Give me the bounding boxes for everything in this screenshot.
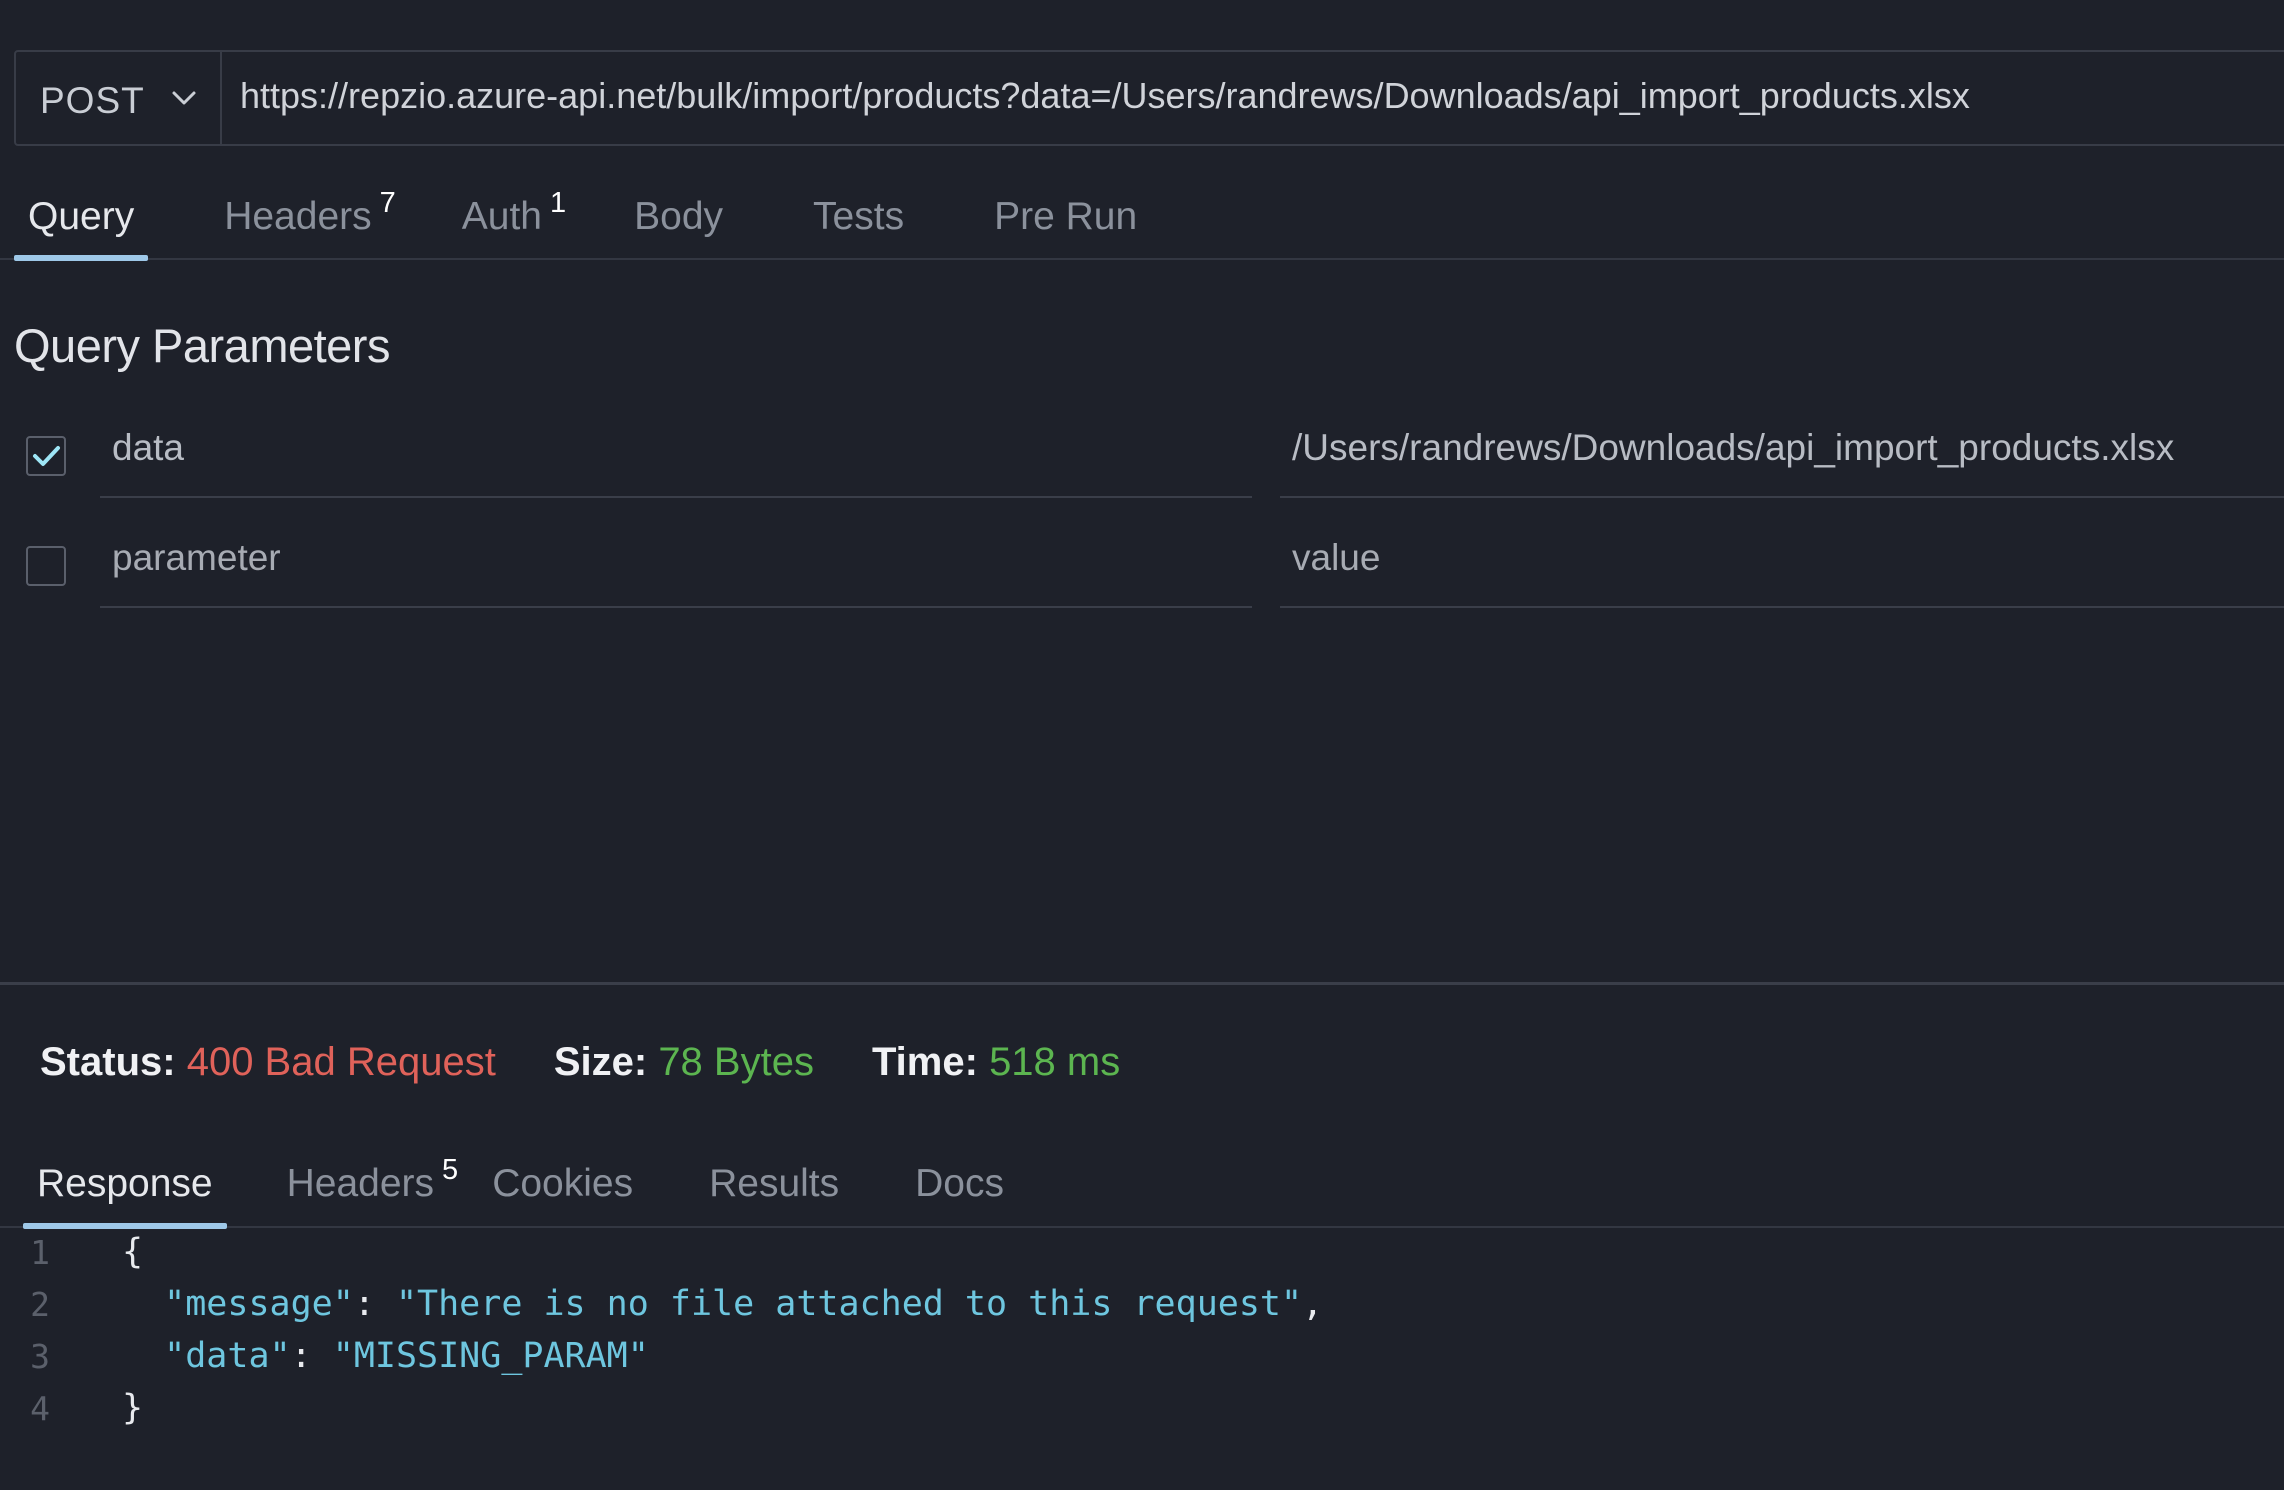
param-row: parameter value — [0, 510, 2284, 620]
status-item: Status: 400 Bad Request — [40, 1040, 496, 1085]
tab-label: Query — [28, 195, 135, 238]
tab-label: Headers — [224, 195, 372, 238]
tab-body[interactable]: Body — [620, 176, 737, 258]
tab-label: Cookies — [492, 1162, 634, 1205]
code-line: 4 } — [0, 1382, 2284, 1434]
response-status: Status: 400 Bad Request Size: 78 Bytes T… — [40, 1040, 1120, 1085]
tab-docs[interactable]: Docs — [901, 1142, 1018, 1226]
line-number: 4 — [30, 1388, 50, 1428]
section-title: Query Parameters — [14, 319, 390, 372]
json-colon: : — [290, 1336, 333, 1376]
time-label: Time: — [871, 1040, 978, 1084]
size-item: Size: 78 Bytes — [554, 1040, 814, 1085]
json-key: "data" — [164, 1336, 291, 1376]
response-body[interactable]: 1 { 2 "message": "There is no file attac… — [0, 1226, 2284, 1434]
tab-auth[interactable]: Auth 1 — [448, 176, 580, 258]
api-client: POST Query Headers 7 Auth 1 Body Tests — [0, 0, 2284, 1490]
code-line: 2 "message": "There is no file attached … — [0, 1278, 2284, 1330]
tab-label: Results — [709, 1162, 840, 1205]
request-tabs: Query Headers 7 Auth 1 Body Tests Pre Ru… — [0, 176, 2284, 261]
tab-label: Docs — [915, 1162, 1004, 1205]
line-number: 2 — [30, 1284, 50, 1324]
method-label: POST — [40, 80, 145, 121]
tab-badge: 1 — [550, 186, 567, 219]
param-value-text: /Users/randrews/Downloads/api_import_pro… — [1292, 427, 2175, 468]
code-line: 3 "data": "MISSING_PARAM" — [0, 1330, 2284, 1382]
tab-results[interactable]: Results — [695, 1142, 853, 1226]
param-key-text: data — [112, 427, 185, 468]
tab-response-headers[interactable]: Headers 5 — [273, 1142, 473, 1226]
param-checkbox[interactable] — [26, 436, 66, 476]
request-bar: POST — [14, 48, 2284, 146]
tab-headers[interactable]: Headers 7 — [210, 176, 410, 258]
response-tabs: Response Headers 5 Cookies Results Docs — [0, 1142, 2284, 1229]
line-number: 3 — [30, 1336, 50, 1376]
tab-query[interactable]: Query — [14, 176, 149, 261]
json-comma: , — [1302, 1284, 1324, 1324]
open-brace: { — [122, 1232, 144, 1272]
param-row: data /Users/randrews/Downloads/api_impor… — [0, 400, 2284, 510]
json-colon: : — [353, 1284, 396, 1324]
url-input[interactable] — [222, 48, 2284, 144]
tab-pre-run[interactable]: Pre Run — [980, 176, 1151, 258]
tab-badge: 7 — [379, 186, 396, 219]
json-key: "message" — [164, 1284, 354, 1324]
param-key-input[interactable]: parameter — [100, 510, 1252, 608]
chevron-down-icon — [168, 82, 200, 114]
tab-label: Headers — [286, 1162, 435, 1205]
line-number: 1 — [30, 1232, 50, 1272]
param-value-input[interactable]: /Users/randrews/Downloads/api_import_pro… — [1280, 400, 2284, 498]
status-label: Status: — [40, 1040, 176, 1084]
json-value: "There is no file attached to this reque… — [395, 1284, 1303, 1324]
param-key-input[interactable]: data — [100, 400, 1252, 498]
time-value: 518 ms — [989, 1040, 1121, 1084]
close-brace: } — [122, 1388, 144, 1428]
param-value-placeholder: value — [1292, 537, 1381, 578]
tab-badge: 5 — [442, 1153, 459, 1186]
time-item: Time: 518 ms — [872, 1040, 1120, 1085]
tab-tests[interactable]: Tests — [799, 176, 918, 258]
size-value: 78 Bytes — [658, 1040, 814, 1084]
tab-label: Pre Run — [994, 195, 1138, 238]
checkmark-icon — [33, 446, 60, 466]
param-key-placeholder: parameter — [112, 537, 281, 578]
param-value-input[interactable]: value — [1280, 510, 2284, 608]
status-value: 400 Bad Request — [186, 1040, 496, 1084]
tab-label: Tests — [813, 195, 905, 238]
tab-label: Body — [634, 195, 724, 238]
method-select[interactable]: POST — [16, 52, 222, 144]
tab-label: Response — [37, 1162, 213, 1205]
pane-divider[interactable] — [0, 982, 2284, 985]
param-checkbox[interactable] — [26, 546, 66, 586]
json-value: "MISSING_PARAM" — [332, 1336, 649, 1376]
tab-cookies[interactable]: Cookies — [478, 1142, 647, 1226]
code-line: 1 { — [0, 1226, 2284, 1278]
size-label: Size: — [553, 1040, 648, 1084]
tab-response[interactable]: Response — [23, 1142, 227, 1229]
tab-label: Auth — [461, 195, 542, 238]
